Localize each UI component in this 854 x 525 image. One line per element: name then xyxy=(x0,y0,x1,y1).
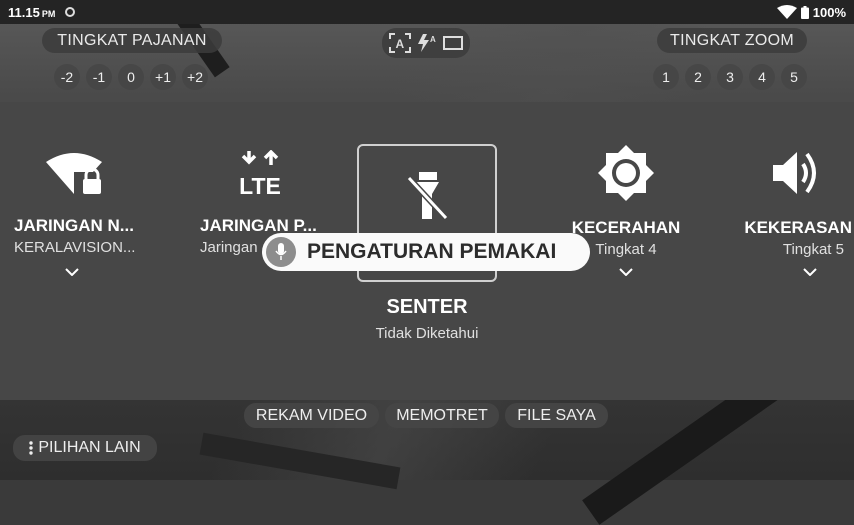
svg-text:A: A xyxy=(396,37,405,51)
zoom-title: TINGKAT ZOOM xyxy=(657,28,807,53)
exposure-level[interactable]: -2 xyxy=(54,64,80,90)
zoom-level[interactable]: 2 xyxy=(685,64,711,90)
tile-sub: KERALAVISION... xyxy=(14,239,136,256)
tile-label: SENTER xyxy=(386,296,468,318)
battery-percent: 100% xyxy=(812,4,846,20)
more-options-button[interactable]: PILIHAN LAIN xyxy=(13,435,157,461)
mic-icon xyxy=(266,237,296,267)
flash-auto-icon: A xyxy=(418,34,436,52)
exposure-level[interactable]: 0 xyxy=(118,64,144,90)
exposure-title: TINGKAT PAJANAN xyxy=(42,28,222,53)
flashlight-off-icon xyxy=(406,172,449,221)
aspect-ratio-icon xyxy=(443,36,463,50)
more-options-label: PILIHAN LAIN xyxy=(38,439,141,456)
wifi-icon xyxy=(776,5,797,19)
voice-command-overlay: PENGATURAN PEMAKAI xyxy=(262,233,590,271)
tile-wifi-network[interactable]: JARINGAN N... KERALAVISION... xyxy=(6,150,142,256)
more-vertical-icon xyxy=(29,441,34,455)
my-files-button[interactable]: FILE SAYA xyxy=(505,403,608,428)
svg-text:A: A xyxy=(430,35,436,44)
exposure-level[interactable]: +2 xyxy=(182,64,208,90)
status-right: 100% xyxy=(776,0,846,24)
zoom-level[interactable]: 5 xyxy=(781,64,807,90)
auto-focus-icon: A xyxy=(389,33,411,53)
voice-overlay-text: PENGATURAN PEMAKAI xyxy=(307,240,557,263)
status-bar: 11.15 PM 100% xyxy=(0,0,854,24)
exposure-level[interactable]: +1 xyxy=(150,64,176,90)
tile-label: KEKERASAN xyxy=(744,218,852,237)
svg-text:LTE: LTE xyxy=(239,173,281,196)
record-video-button[interactable]: REKAM VIDEO xyxy=(244,403,379,428)
zoom-level[interactable]: 4 xyxy=(749,64,775,90)
exposure-level[interactable]: -1 xyxy=(86,64,112,90)
tile-sub: Tidak Diketahui xyxy=(375,325,479,342)
sync-icon xyxy=(65,7,76,17)
zoom-level[interactable]: 1 xyxy=(653,64,679,90)
chevron-down-icon[interactable] xyxy=(803,268,817,276)
tile-label: JARINGAN N... xyxy=(14,216,134,235)
brightness-icon xyxy=(598,145,654,201)
take-photo-button[interactable]: MEMOTRET xyxy=(385,403,499,428)
tile-volume[interactable]: KEKERASAN Tingkat 5 xyxy=(738,148,854,258)
zoom-level[interactable]: 3 xyxy=(717,64,743,90)
battery-icon xyxy=(800,5,809,19)
tile-sub: Tingkat 5 xyxy=(782,241,844,258)
camera-mode-icons[interactable]: A A xyxy=(382,28,470,58)
volume-icon xyxy=(773,152,816,194)
status-time: 11.15 PM xyxy=(8,4,56,20)
wifi-lock-icon xyxy=(46,153,102,194)
lte-icon: LTE xyxy=(239,150,281,196)
chevron-down-icon[interactable] xyxy=(65,268,79,276)
chevron-down-icon[interactable] xyxy=(619,268,633,276)
